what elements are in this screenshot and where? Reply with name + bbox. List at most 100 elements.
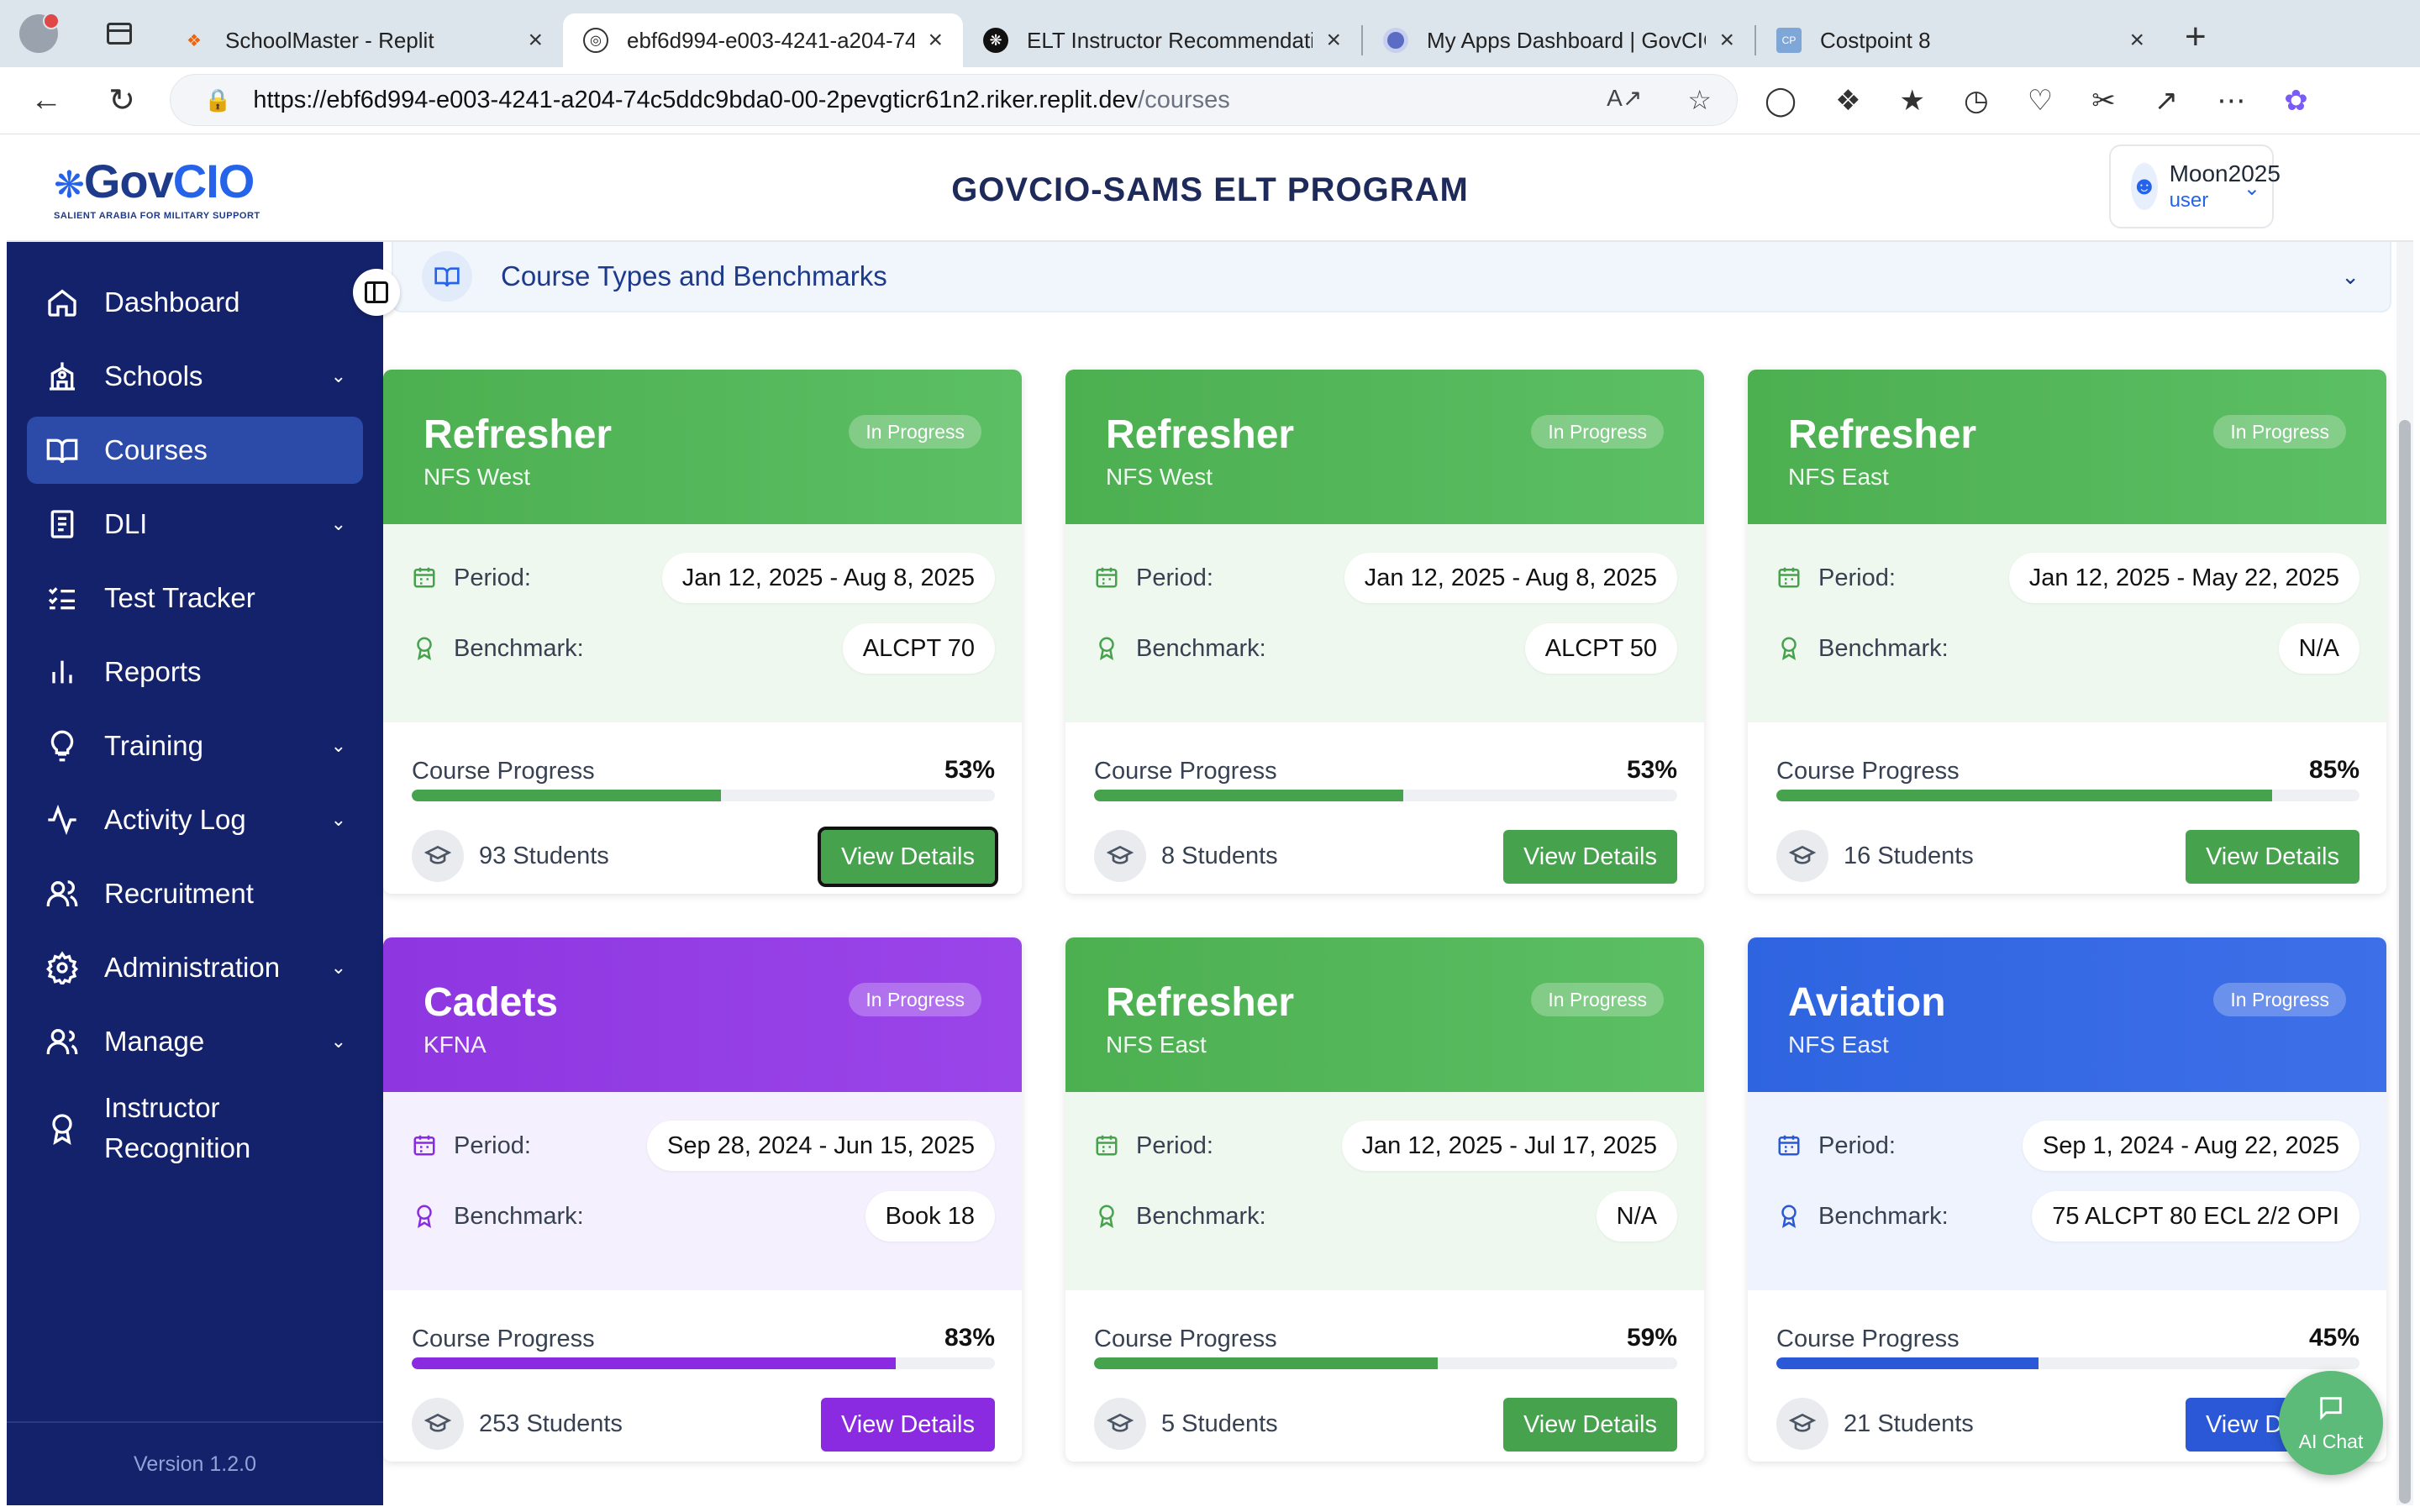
card-header: Aviation NFS East In Progress <box>1748 937 2386 1092</box>
period-label: Period: <box>1136 1131 1213 1159</box>
sidebar-item-recruitment[interactable]: Recruitment <box>27 860 363 927</box>
status-badge: In Progress <box>1531 983 1664 1016</box>
profile-avatar-icon <box>19 13 60 53</box>
sidebar-collapse-button[interactable] <box>353 269 400 316</box>
sidebar-item-dli[interactable]: DLI ⌄ <box>27 491 363 558</box>
course-types-accordion[interactable]: Course Types and Benchmarks ⌄ <box>392 242 2391 312</box>
sidebar-item-reports[interactable]: Reports <box>27 638 363 706</box>
view-details-button[interactable]: View Details <box>820 1398 995 1452</box>
benchmark-label: Benchmark: <box>1136 1202 1266 1230</box>
period-value: Sep 28, 2024 - Jun 15, 2025 <box>646 1121 995 1171</box>
graduation-cap-icon <box>412 830 464 882</box>
progress-percent: 53% <box>1626 756 1677 784</box>
students-text: 21 Students <box>1844 1410 1974 1437</box>
close-icon[interactable]: × <box>1326 26 1341 55</box>
card-header: Cadets KFNA In Progress <box>383 937 1022 1092</box>
sidebar-item-courses[interactable]: Courses <box>27 417 363 484</box>
history-icon[interactable]: ◷ <box>1964 84 1989 118</box>
period-row: Period: Jan 12, 2025 - May 22, 2025 <box>1776 553 2360 603</box>
course-card: Refresher NFS West In Progress Period: J… <box>1065 370 1704 894</box>
home-icon <box>44 284 81 321</box>
share-icon[interactable]: ↗ <box>2154 84 2179 118</box>
award-icon <box>44 1110 81 1147</box>
sidebar-item-manage[interactable]: Manage ⌄ <box>27 1008 363 1075</box>
sidebar-item-schools[interactable]: Schools ⌄ <box>27 343 363 410</box>
period-label: Period: <box>1818 1131 1896 1159</box>
browser-tab-3[interactable]: My Apps Dashboard | GovCIO × <box>1363 13 1754 67</box>
grammarly-icon[interactable]: ◯ <box>1765 84 1797 118</box>
sidebar-item-label: Recruitment <box>104 878 254 909</box>
scrollbar-thumb[interactable] <box>2399 420 2411 1504</box>
progress-label: Course Progress <box>1776 1326 1960 1352</box>
sidebar-item-activity-log[interactable]: Activity Log ⌄ <box>27 786 363 853</box>
benchmark-label: Benchmark: <box>1818 1202 1949 1230</box>
view-details-button[interactable]: View Details <box>2185 830 2360 884</box>
graduation-cap-icon <box>1094 830 1146 882</box>
okta-icon <box>1383 28 1408 53</box>
period-label: Period: <box>1818 564 1896 591</box>
extensions-icon[interactable]: ❖ <box>1835 84 1860 118</box>
course-location: NFS East <box>1106 1032 1207 1058</box>
browser-tab-0[interactable]: ❖ SchoolMaster - Replit × <box>161 13 563 67</box>
screenshot-icon[interactable]: ✂ <box>2091 84 2116 118</box>
sidebar: Dashboard Schools ⌄ Courses DLI ⌄ Test T… <box>7 242 383 1505</box>
card-header: Refresher NFS West In Progress <box>383 370 1022 524</box>
view-details-button[interactable]: View Details <box>1502 1398 1677 1452</box>
close-icon[interactable]: × <box>1719 26 1734 55</box>
progress-label: Course Progress <box>412 1326 595 1352</box>
sidebar-item-training[interactable]: Training ⌄ <box>27 712 363 780</box>
url-input[interactable]: 🔒 https://ebf6d994-e003-4241-a204-74c5dd… <box>170 74 1738 126</box>
browser-essentials-icon[interactable]: ♡ <box>2028 84 2053 118</box>
card-header: Refresher NFS West In Progress <box>1065 370 1704 524</box>
replit-icon: ❖ <box>187 31 202 50</box>
ai-chat-button[interactable]: AI Chat <box>2279 1371 2383 1475</box>
period-label: Period: <box>454 1131 531 1159</box>
benchmark-value: 75 ALCPT 80 ECL 2/2 OPI <box>2032 1191 2360 1242</box>
user-menu-button[interactable]: ☻ Moon2025 user ⌄ <box>2109 144 2281 228</box>
sidebar-item-test-tracker[interactable]: Test Tracker <box>27 564 363 632</box>
students-count: 21 Students <box>1776 1398 1974 1450</box>
status-badge: In Progress <box>849 983 981 1016</box>
close-icon[interactable]: × <box>2129 26 2144 55</box>
sidebar-item-label: DLI <box>104 508 148 539</box>
status-badge: In Progress <box>2213 415 2346 449</box>
copilot-icon[interactable]: ✿ <box>2284 84 2308 118</box>
back-arrow-icon[interactable]: ← <box>8 82 84 118</box>
benchmark-label: Benchmark: <box>1136 634 1266 662</box>
view-details-button[interactable]: View Details <box>1502 830 1677 884</box>
browser-tab-1[interactable]: ◎ ebf6d994-e003-4241-a204-74 × <box>563 13 963 67</box>
close-icon[interactable]: × <box>528 26 543 55</box>
tab-title: SchoolMaster - Replit <box>225 27 434 53</box>
browser-tab-4[interactable]: CP Costpoint 8 × <box>1756 13 2165 67</box>
tab-actions-button[interactable] <box>77 0 161 67</box>
more-menu-icon[interactable]: ⋯ <box>2217 84 2245 118</box>
reload-icon[interactable]: ↻ <box>84 81 160 119</box>
progress-bar <box>412 1357 995 1369</box>
sidebar-item-label: Manage <box>104 1026 205 1057</box>
course-card: Refresher NFS East In Progress Period: J… <box>1065 937 1704 1462</box>
progress-bar <box>1094 1357 1677 1369</box>
benchmark-value: Book 18 <box>865 1191 995 1242</box>
sidebar-item-instructor-recognition[interactable]: Instructor Recognition <box>27 1082 363 1174</box>
favorites-icon[interactable]: ★ <box>1900 84 1925 118</box>
sidebar-item-administration[interactable]: Administration ⌄ <box>27 934 363 1001</box>
period-value: Jan 12, 2025 - Jul 17, 2025 <box>1341 1121 1677 1171</box>
benchmark-label: Benchmark: <box>454 1202 584 1230</box>
progress-percent: 45% <box>2308 1324 2360 1352</box>
course-location: NFS West <box>1106 464 1213 490</box>
browser-tab-2[interactable]: ❋ ELT Instructor Recommendation × <box>963 13 1361 67</box>
read-aloud-icon[interactable]: A↗ <box>1607 84 1642 116</box>
favorite-star-icon[interactable]: ☆ <box>1687 84 1712 116</box>
period-row: Period: Jan 12, 2025 - Aug 8, 2025 <box>1094 553 1677 603</box>
browser-profile-button[interactable] <box>0 0 77 67</box>
close-icon[interactable]: × <box>928 26 943 55</box>
new-tab-button[interactable]: + <box>2185 16 2207 58</box>
award-icon <box>1776 635 1803 662</box>
view-details-button[interactable]: View Details <box>817 827 999 887</box>
sidebar-item-dashboard[interactable]: Dashboard <box>27 269 363 336</box>
bar-chart-icon <box>44 654 81 690</box>
students-count: 253 Students <box>412 1398 623 1450</box>
calendar-icon <box>1776 564 1803 591</box>
students-text: 8 Students <box>1161 842 1278 869</box>
sidebar-item-label: Instructor Recognition <box>104 1092 251 1163</box>
